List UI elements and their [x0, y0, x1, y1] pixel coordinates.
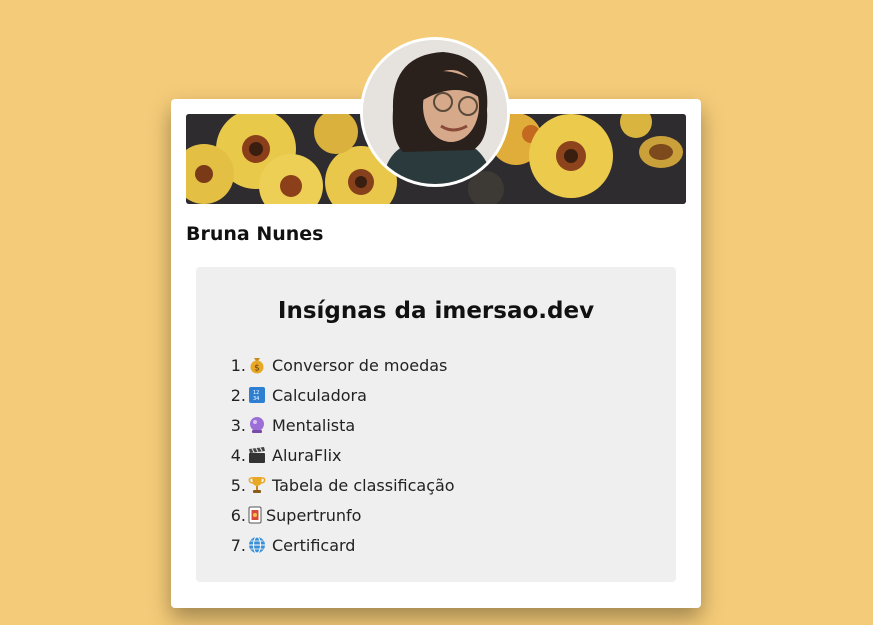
badges-title: Insígnas da imersao.dev — [277, 298, 595, 324]
globe-icon — [248, 536, 266, 554]
avatar — [360, 37, 510, 187]
list-item: 5. Tabela de classificação — [224, 470, 455, 500]
list-number: 4. — [230, 445, 246, 465]
badge-label: Conversor de moedas — [272, 355, 448, 375]
list-item: 2. 12 34 Calculadora — [224, 380, 455, 410]
badge-label: Tabela de classificação — [272, 475, 455, 495]
money-bag-icon: $ — [248, 356, 266, 374]
clapper-board-icon — [248, 446, 266, 464]
list-number: 5. — [230, 475, 246, 495]
list-item: 3. Mentalista — [224, 410, 455, 440]
badge-list: 1. $ Conversor de moedas 2. 12 34 Calcul… — [224, 350, 455, 560]
user-name: Bruna Nunes — [186, 223, 324, 245]
badge-label: Mentalista — [272, 415, 356, 435]
badges-panel: Insígnas da imersao.dev 1. $ Conversor d… — [196, 267, 676, 582]
list-number: 2. — [230, 385, 246, 405]
badge-label: Supertrunfo — [266, 505, 362, 525]
list-item: 4. AluraFlix — [224, 440, 455, 470]
list-number: 6. — [230, 505, 246, 525]
trophy-icon — [248, 476, 266, 494]
playing-card-icon — [248, 506, 262, 524]
list-item: 6. Supertrunfo — [224, 500, 455, 530]
list-number: 1. — [230, 355, 246, 375]
badge-label: Certificard — [272, 535, 356, 555]
list-number: 3. — [230, 415, 246, 435]
list-number: 7. — [230, 535, 246, 555]
list-item: 7. Certificard — [224, 530, 455, 560]
svg-text:34: 34 — [253, 396, 259, 402]
badge-label: AluraFlix — [272, 445, 342, 465]
badge-label: Calculadora — [272, 385, 367, 405]
svg-text:$: $ — [254, 364, 260, 374]
crystal-ball-icon — [248, 416, 266, 434]
list-item: 1. $ Conversor de moedas — [224, 350, 455, 380]
input-numbers-icon: 12 34 — [248, 386, 266, 404]
